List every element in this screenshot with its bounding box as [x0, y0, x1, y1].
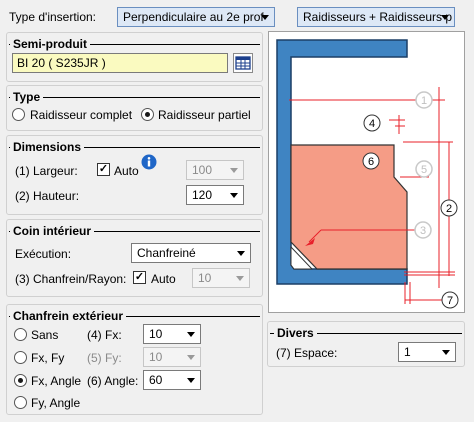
group-rule [9, 97, 260, 98]
chevron-down-icon [187, 355, 195, 360]
fx-fy-label: Fx, Fy [31, 351, 65, 365]
espace-label: (7) Espace: [276, 346, 338, 360]
fx-label: (4) Fx: [87, 328, 122, 342]
insertion-type-dropdown[interactable]: Perpendiculaire au 2e prof [117, 7, 275, 27]
fy-value: 10 [149, 350, 163, 364]
largeur-value: 100 [192, 163, 213, 177]
chevron-down-icon [187, 332, 195, 337]
chevron-down-icon [230, 193, 238, 198]
chevron-down-icon [230, 168, 238, 173]
divers-title: Divers [274, 326, 317, 340]
sans-label: Sans [31, 328, 59, 342]
stiffener-diagram: 1 2 3 4 5 6 7 [268, 31, 465, 313]
raidisseur-complet-radio[interactable] [12, 108, 25, 121]
table-icon [235, 56, 251, 70]
raidisseur-partiel-radio[interactable] [141, 108, 154, 121]
insertion-type-value: Perpendiculaire au 2e prof [123, 10, 264, 24]
marker-6: 6 [368, 156, 374, 168]
stiffener-diagram-drawing: 1 2 3 4 5 6 7 [276, 39, 459, 309]
chanfrein-rayon-label: (3) Chanfrein/Rayon: [15, 272, 127, 286]
angle-dropdown[interactable]: 60 [143, 370, 201, 390]
chevron-down-icon [441, 15, 449, 20]
semi-produit-title: Semi-produit [10, 37, 90, 51]
largeur-auto-label: Auto [114, 164, 139, 178]
largeur-dropdown[interactable]: 100 [186, 160, 244, 180]
sans-radio[interactable] [14, 328, 27, 341]
marker-4: 4 [369, 118, 375, 130]
fy-angle-radio[interactable] [14, 396, 27, 409]
marker-7: 7 [447, 295, 453, 307]
chanfrein-auto-checkbox[interactable]: ✓ [133, 271, 146, 284]
chevron-down-icon [236, 276, 244, 281]
insertion-type-label: Type d'insertion: [9, 10, 97, 24]
fy-dropdown[interactable]: 10 [143, 347, 201, 367]
stiffener-type-value: Raidisseurs + Raidisseurs p [303, 10, 453, 24]
angle-value: 60 [149, 373, 163, 387]
fx-dropdown[interactable]: 10 [143, 324, 201, 344]
fx-angle-label: Fx, Angle [31, 374, 82, 388]
chanfrein-rayon-dropdown[interactable]: 10 [192, 268, 250, 288]
semi-produit-value: BI 20 ( S235JR ) [17, 56, 106, 70]
hauteur-label: (2) Hauteur: [15, 189, 80, 203]
chanfrein-auto-label: Auto [151, 272, 176, 286]
angle-label: (6) Angle: [87, 374, 139, 388]
raidisseur-complet-label: Raidisseur complet [30, 108, 133, 122]
stiffener-plate [290, 144, 408, 270]
marker-2: 2 [446, 203, 452, 215]
hauteur-dropdown[interactable]: 120 [186, 185, 244, 205]
espace-value: 1 [404, 345, 411, 359]
semi-produit-field[interactable]: BI 20 ( S235JR ) [12, 53, 228, 73]
largeur-label: (1) Largeur: [15, 164, 78, 178]
largeur-auto-checkbox[interactable]: ✓ [97, 163, 110, 176]
info-icon[interactable] [141, 154, 157, 170]
chanfrein-exterieur-title: Chanfrein extérieur [10, 309, 127, 323]
type-title: Type [10, 90, 44, 104]
execution-label: Exécution: [15, 247, 72, 261]
stiffener-type-dropdown[interactable]: Raidisseurs + Raidisseurs p [297, 7, 455, 27]
fx-angle-radio[interactable] [14, 374, 27, 387]
execution-value: Chanfreiné [137, 246, 196, 260]
chanfrein-rayon-value: 10 [198, 271, 212, 285]
fy-label: (5) Fy: [87, 351, 122, 365]
marker-3: 3 [420, 225, 426, 237]
chevron-down-icon [261, 15, 269, 20]
hauteur-value: 120 [192, 188, 213, 202]
fy-angle-label: Fy, Angle [31, 396, 81, 410]
dimensions-title: Dimensions [10, 140, 85, 154]
coin-interieur-title: Coin intérieur [10, 224, 95, 238]
marker-5: 5 [421, 164, 427, 176]
fx-fy-radio[interactable] [14, 351, 27, 364]
espace-dropdown[interactable]: 1 [398, 342, 456, 362]
chevron-down-icon [442, 350, 450, 355]
chevron-down-icon [187, 378, 195, 383]
raidisseur-partiel-label: Raidisseur partiel [158, 108, 251, 122]
execution-dropdown[interactable]: Chanfreiné [131, 243, 251, 263]
catalog-browse-button[interactable] [233, 53, 253, 73]
chevron-down-icon [237, 251, 245, 256]
marker-1: 1 [421, 95, 427, 107]
fx-value: 10 [149, 327, 163, 341]
